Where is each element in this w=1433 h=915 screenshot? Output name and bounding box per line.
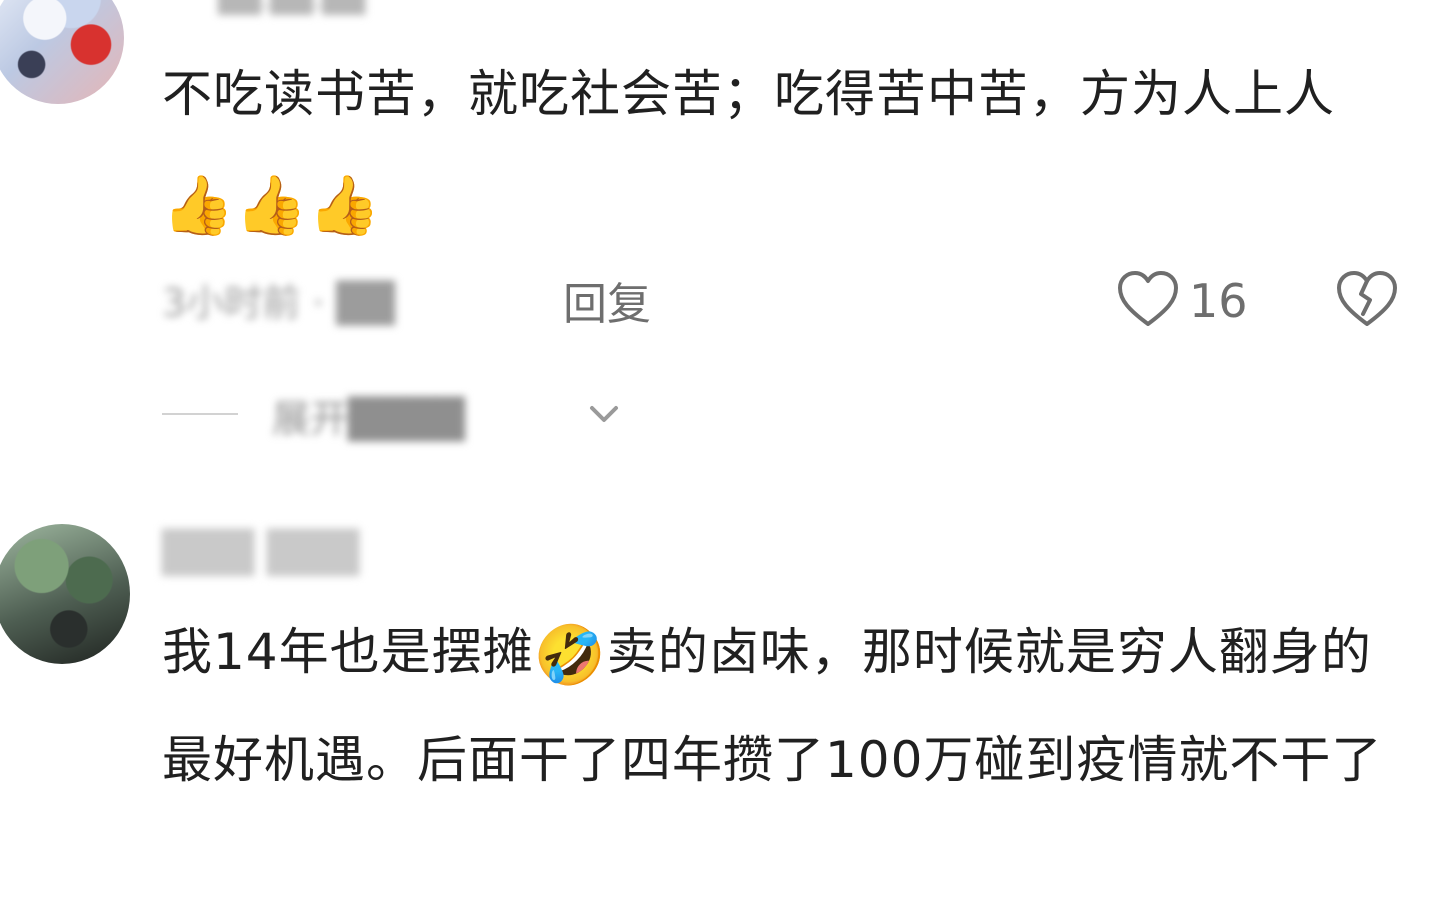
like-button[interactable]: 16 <box>1115 268 1248 334</box>
like-count: 16 <box>1189 274 1248 328</box>
comment-1-body: 不吃读书苦，就吃社会苦；吃得苦中苦，方为人上人 <box>162 65 1335 123</box>
comment-2-laughing-emoji: 🤣 <box>533 621 607 689</box>
reply-button[interactable]: 回复 <box>563 268 651 332</box>
expand-replies-divider <box>162 413 238 415</box>
heart-outline-icon <box>1115 268 1181 334</box>
comment-2-text: 我14年也是摆摊🤣卖的卤味，那时候就是穷人翻身的最好机遇。后面干了四年攒了100… <box>162 598 1412 814</box>
comment-2-body-start: 我14年也是摆摊 <box>162 623 534 681</box>
comment-1-text: 不吃读书苦，就吃社会苦；吃得苦中苦，方为人上人 👍👍👍 <box>162 40 1412 256</box>
chevron-down-icon[interactable] <box>584 398 624 428</box>
comment-2-avatar[interactable] <box>0 524 130 664</box>
dislike-button[interactable] <box>1334 268 1400 334</box>
comment-1-author-name[interactable]: ██.██.██ <box>218 0 365 15</box>
comment-2-author-name[interactable]: ███ ███ <box>162 530 359 576</box>
comment-1-avatar[interactable] <box>0 0 124 104</box>
broken-heart-icon <box>1334 271 1400 334</box>
comment-1-meta: 3小时前 · ██ <box>162 281 395 325</box>
comment-1-thumbs-up-emoji: 👍👍👍 <box>162 171 382 239</box>
expand-replies-button[interactable]: 展开████ <box>272 388 465 443</box>
